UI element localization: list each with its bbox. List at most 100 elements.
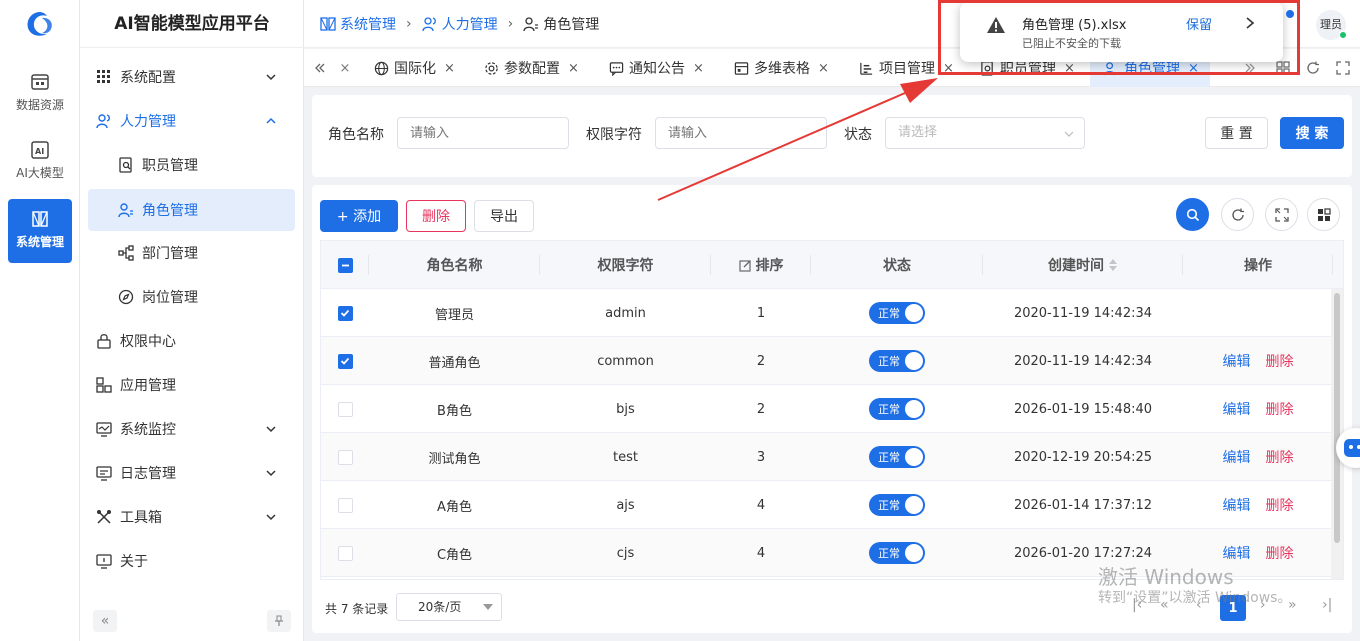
tab-close-icon[interactable]: × xyxy=(693,61,704,76)
search-button[interactable]: 搜 索 xyxy=(1280,117,1344,149)
edit-link[interactable]: 编辑 xyxy=(1223,351,1251,371)
menu-item-staff-manage[interactable]: 职员管理 xyxy=(88,144,295,186)
tab-project-manage[interactable]: 项目管理 × xyxy=(859,49,954,87)
tab-close-icon[interactable]: × xyxy=(444,61,455,76)
delete-link[interactable]: 删除 xyxy=(1266,399,1294,419)
edit-link[interactable]: 编辑 xyxy=(1223,399,1251,419)
edit-link[interactable]: 编辑 xyxy=(1223,495,1251,515)
delete-link[interactable]: 删除 xyxy=(1266,351,1294,371)
row-checkbox[interactable] xyxy=(337,449,353,465)
row-checkbox[interactable] xyxy=(337,353,353,369)
perm-key-cell: ajs xyxy=(616,497,635,513)
menu-item-app-manage[interactable]: 应用管理 xyxy=(88,364,295,406)
status-switch[interactable]: 正常 xyxy=(869,542,925,564)
reset-button[interactable]: 重 置 xyxy=(1205,117,1268,149)
table-row[interactable]: A角色 ajs 4 正常 2026-01-14 17:37:12 编辑 删除 xyxy=(321,481,1333,529)
status-switch[interactable]: 正常 xyxy=(869,398,925,420)
menu-item-dept-manage[interactable]: 部门管理 xyxy=(88,232,295,274)
sort-icon[interactable] xyxy=(1108,258,1118,272)
status-switch[interactable]: 正常 xyxy=(869,494,925,516)
notification-dot xyxy=(1286,10,1294,18)
export-button[interactable]: 导出 xyxy=(474,200,534,232)
delete-button[interactable]: 删除 xyxy=(406,200,466,232)
perm-key-input[interactable] xyxy=(655,117,827,149)
last-page-icon[interactable]: ›| xyxy=(1322,597,1332,613)
status-switch[interactable]: 正常 xyxy=(869,446,925,468)
collapse-menu-button[interactable]: « xyxy=(93,610,117,632)
row-checkbox[interactable] xyxy=(337,401,353,417)
tab-notice[interactable]: 通知公告 × xyxy=(609,49,704,87)
menu-item-log-manage[interactable]: 日志管理 xyxy=(88,452,295,494)
rail-item-data-resource[interactable]: 数据资源 xyxy=(8,62,72,126)
menu-item-hr-manage[interactable]: 人力管理 xyxy=(88,100,295,142)
role-table: 角色名称 权限字符 排序 状态 创建时间 操作 管理员 admin 1 正常 2020-… xyxy=(320,240,1344,580)
header-select-all[interactable] xyxy=(321,241,369,289)
scrollbar-thumb[interactable] xyxy=(1334,293,1340,543)
tab-close-icon[interactable]: × xyxy=(568,61,579,76)
role-name-cell: A角色 xyxy=(437,499,472,515)
row-select-cell[interactable] xyxy=(321,433,369,481)
row-select-cell[interactable] xyxy=(321,481,369,529)
delete-link[interactable]: 删除 xyxy=(1266,543,1294,563)
toggle-search-button[interactable] xyxy=(1176,198,1209,231)
tab-close-icon[interactable]: × xyxy=(943,61,954,76)
tab-close-icon[interactable]: × xyxy=(1188,61,1199,76)
row-checkbox[interactable] xyxy=(337,497,353,513)
row-checkbox[interactable] xyxy=(337,545,353,561)
status-switch[interactable]: 正常 xyxy=(869,302,925,324)
role-name-input[interactable] xyxy=(397,117,569,149)
rail-item-system-manage[interactable]: 系统管理 xyxy=(8,199,72,263)
status-switch[interactable]: 正常 xyxy=(869,350,925,372)
row-select-cell[interactable] xyxy=(321,385,369,433)
delete-link[interactable]: 删除 xyxy=(1266,495,1294,515)
role-name-cell: B角色 xyxy=(437,403,472,419)
menu-item-about[interactable]: 关于 xyxy=(88,540,295,582)
add-button[interactable]: + 添加 xyxy=(320,200,398,232)
user-avatar[interactable]: 理员 xyxy=(1316,10,1347,40)
tab-close-icon[interactable]: × xyxy=(1064,61,1075,76)
menu-item-system-config[interactable]: 系统配置 xyxy=(88,56,295,98)
operation-cell: 编辑 删除 xyxy=(1183,433,1333,481)
tab-multi-table[interactable]: 多维表格 × xyxy=(734,49,829,87)
columns-icon xyxy=(1317,207,1331,221)
monitor-icon xyxy=(96,422,112,437)
row-select-cell[interactable] xyxy=(321,289,369,337)
keep-download-button[interactable]: 保留 xyxy=(1186,14,1212,33)
chevron-right-icon[interactable] xyxy=(1244,16,1256,30)
pin-menu-button[interactable] xyxy=(267,610,291,632)
menu-item-permission-center[interactable]: 权限中心 xyxy=(88,320,295,362)
edit-link[interactable]: 编辑 xyxy=(1223,543,1251,563)
edit-link[interactable]: 编辑 xyxy=(1223,447,1251,467)
tabs-scroll-left-button[interactable] xyxy=(310,49,330,87)
status-select[interactable]: 请选择 xyxy=(885,117,1085,149)
refresh-table-button[interactable] xyxy=(1221,198,1254,231)
tab-param-config[interactable]: 参数配置 × xyxy=(484,49,579,87)
row-checkbox[interactable] xyxy=(337,305,353,321)
table-row[interactable]: 管理员 admin 1 正常 2020-11-19 14:42:34 xyxy=(321,289,1333,337)
grid-icon xyxy=(97,70,110,83)
tab-i18n[interactable]: 国际化 × xyxy=(374,49,455,87)
table-row[interactable]: 普通角色 common 2 正常 2020-11-19 14:42:34 编辑 删除 xyxy=(321,337,1333,385)
page-size-select[interactable]: 20条/页 xyxy=(396,593,502,621)
row-select-cell[interactable] xyxy=(321,529,369,577)
breadcrumb-item-hr[interactable]: 人力管理 xyxy=(421,14,498,34)
menu-item-toolbox[interactable]: 工具箱 xyxy=(88,496,295,538)
header-create-time[interactable]: 创建时间 xyxy=(983,241,1183,289)
breadcrumb-item-system[interactable]: 系统管理 xyxy=(320,14,396,34)
select-all-checkbox[interactable] xyxy=(337,257,353,273)
refresh-tab-button[interactable] xyxy=(1300,49,1326,87)
fullscreen-table-button[interactable] xyxy=(1265,198,1298,231)
menu-item-role-manage[interactable]: 角色管理 xyxy=(88,189,295,231)
delete-link[interactable]: 删除 xyxy=(1266,447,1294,467)
table-row[interactable]: B角色 bjs 2 正常 2026-01-19 15:48:40 编辑 删除 xyxy=(321,385,1333,433)
menu-item-post-manage[interactable]: 岗位管理 xyxy=(88,276,295,318)
tab-label: 多维表格 xyxy=(754,61,810,77)
column-settings-button[interactable] xyxy=(1307,198,1340,231)
tab-close-icon[interactable]: × xyxy=(338,49,352,87)
table-row[interactable]: 测试角色 test 3 正常 2020-12-19 20:54:25 编辑 删除 xyxy=(321,433,1333,481)
rail-item-ai-model[interactable]: AI AI大模型 xyxy=(8,130,72,194)
tab-close-icon[interactable]: × xyxy=(818,61,829,76)
fullscreen-tab-button[interactable] xyxy=(1330,49,1356,87)
row-select-cell[interactable] xyxy=(321,337,369,385)
menu-item-system-monitor[interactable]: 系统监控 xyxy=(88,408,295,450)
